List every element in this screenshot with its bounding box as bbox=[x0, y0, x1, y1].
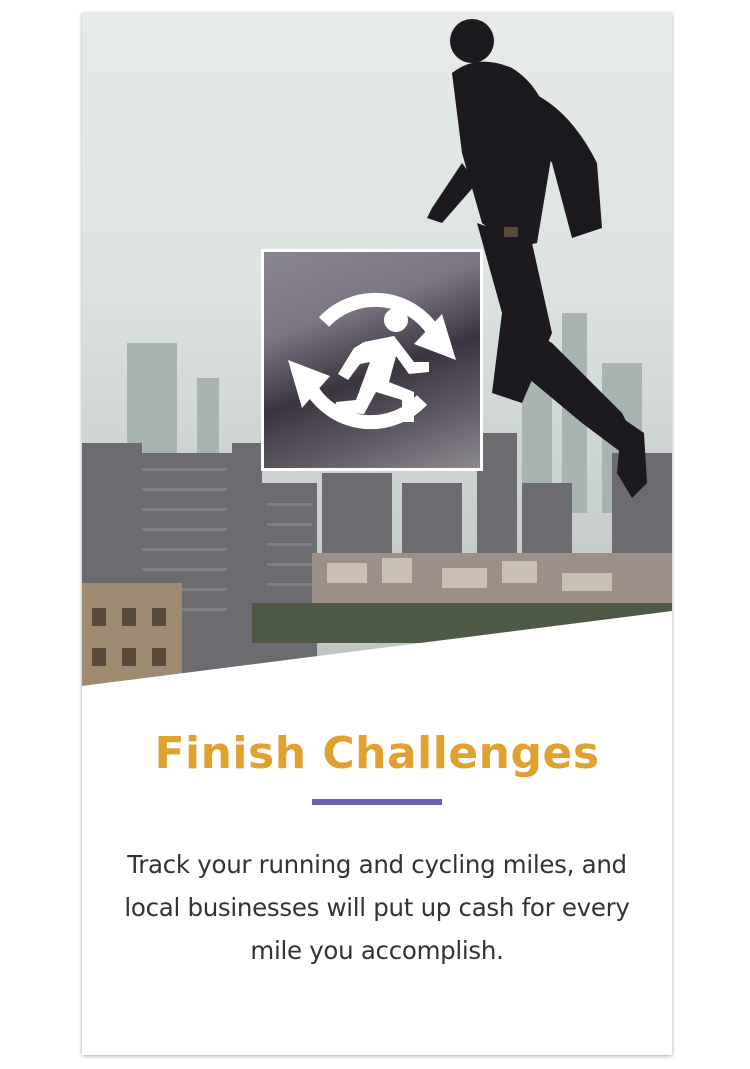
feature-card: Finish Challenges Track your running and… bbox=[82, 13, 672, 1055]
title-divider bbox=[312, 799, 442, 805]
card-title: Finish Challenges bbox=[154, 728, 600, 779]
card-description: Track your running and cycling miles, an… bbox=[124, 850, 630, 965]
running-person-refresh-icon bbox=[261, 249, 483, 471]
hero-image bbox=[82, 13, 672, 703]
